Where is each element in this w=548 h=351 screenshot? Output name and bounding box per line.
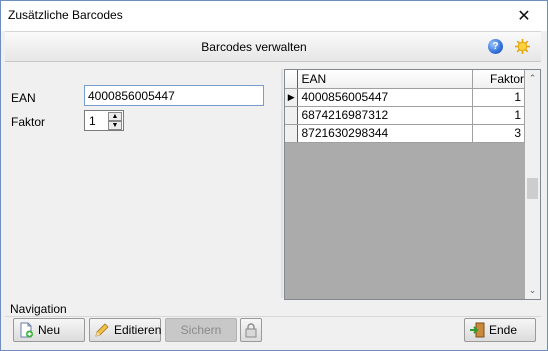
scroll-up-icon[interactable]: ⌃ [525, 70, 540, 87]
table-row[interactable]: ▶ 4000856005447 1 [285, 88, 525, 107]
exit-button[interactable]: Ende [464, 318, 536, 342]
header-bar: Barcodes verwalten ? [5, 31, 541, 62]
ean-label: EAN [11, 91, 36, 105]
navigation-label: Navigation [10, 302, 67, 316]
vertical-scrollbar[interactable]: ⌃ ⌄ [525, 70, 540, 299]
current-row-icon: ▶ [285, 88, 299, 107]
title-bar: Zusätzliche Barcodes ✕ [1, 1, 547, 31]
edit-button[interactable]: Editieren [89, 318, 161, 342]
column-header-ean[interactable]: EAN [297, 70, 474, 89]
help-icon[interactable]: ? [488, 39, 503, 54]
table-row[interactable]: 6874216987312 1 [285, 106, 525, 125]
scroll-thumb[interactable] [527, 178, 538, 199]
header-title: Barcodes verwalten [201, 40, 307, 54]
pencil-icon [95, 323, 109, 337]
row-header [285, 106, 299, 125]
new-document-icon [20, 322, 33, 338]
save-button-label: Sichern [180, 323, 222, 337]
cell-ean[interactable]: 8721630298344 [297, 124, 474, 143]
lock-button[interactable] [240, 318, 262, 342]
scroll-down-icon[interactable]: ⌄ [525, 282, 540, 299]
close-icon: ✕ [517, 8, 531, 25]
sun-icon[interactable] [514, 38, 531, 55]
faktor-value: 1 [89, 114, 96, 128]
column-header-faktor[interactable]: Faktor [472, 70, 525, 89]
faktor-label: Faktor [11, 115, 46, 129]
edit-panel: EAN Faktor 1 ▲ ▼ [5, 69, 280, 298]
cell-faktor[interactable]: 1 [472, 106, 525, 125]
spin-up-icon[interactable]: ▲ [108, 112, 122, 121]
navigation-bar [5, 316, 541, 344]
ean-input[interactable] [84, 85, 264, 106]
exit-button-label: Ende [489, 323, 518, 337]
faktor-spin-buttons: ▲ ▼ [108, 112, 122, 130]
cell-ean[interactable]: 6874216987312 [297, 106, 474, 125]
spin-down-icon[interactable]: ▼ [108, 121, 122, 130]
barcode-grid: EAN Faktor ▶ 4000856005447 1 68742169873… [284, 69, 541, 300]
grid-corner [285, 70, 299, 89]
new-button[interactable]: Neu [13, 318, 85, 342]
new-button-label: Neu [38, 323, 61, 337]
cell-faktor[interactable]: 3 [472, 124, 525, 143]
edit-button-label: Editieren [114, 323, 162, 337]
panel-splitter[interactable] [281, 69, 283, 298]
window-title: Zusätzliche Barcodes [8, 8, 123, 22]
table-row[interactable]: 8721630298344 3 [285, 124, 525, 143]
cell-ean[interactable]: 4000856005447 [297, 88, 474, 107]
save-button[interactable]: Sichern [165, 318, 237, 342]
exit-door-icon [470, 322, 485, 338]
close-button[interactable]: ✕ [501, 1, 547, 31]
row-header [285, 124, 299, 143]
cell-faktor[interactable]: 1 [472, 88, 525, 107]
lock-icon [245, 323, 257, 338]
faktor-stepper[interactable]: 1 ▲ ▼ [84, 110, 124, 131]
